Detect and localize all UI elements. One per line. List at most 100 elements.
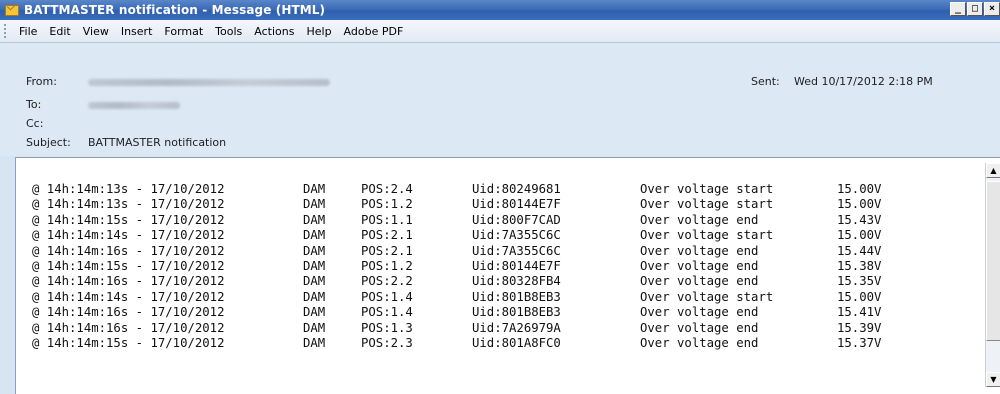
arrow-up-icon[interactable]: ▲ [986,163,1000,178]
window-controls: _ □ × [950,2,1000,16]
line-uid: Uid:80144E7F [472,258,561,273]
to-value-redacted [88,102,180,109]
line-event: Over voltage end [640,243,759,258]
line-source: DAM [303,228,326,243]
line-position: POS:1.4 [361,305,413,320]
line-source: DAM [303,289,326,304]
cc-label: Cc: [26,117,44,130]
line-source: DAM [303,258,326,273]
line-position: POS:1.3 [361,320,413,335]
line-timestamp: @ 14h:14m:16s - 17/10/2012 [32,274,225,289]
menu-help[interactable]: Help [302,25,339,38]
line-timestamp: @ 14h:14m:15s - 17/10/2012 [32,212,225,227]
message-line: @ 14h:14m:16s - 17/10/2012 DAM POS:1.3 U… [32,321,881,336]
line-position: POS:1.4 [361,289,413,304]
line-source: DAM [303,197,326,212]
message-lines: @ 14h:14m:13s - 17/10/2012 DAM POS:2.4 U… [32,182,881,351]
line-voltage: 15.39V [837,320,882,335]
line-voltage: 15.00V [837,197,882,212]
line-position: POS:2.1 [361,243,413,258]
envelope-icon [5,4,19,16]
menu-actions[interactable]: Actions [250,25,302,38]
line-voltage: 15.38V [837,258,882,273]
line-uid: Uid:801B8EB3 [472,305,561,320]
sent-value: Wed 10/17/2012 2:18 PM [794,75,933,88]
minimize-button[interactable]: _ [950,2,966,16]
line-timestamp: @ 14h:14m:16s - 17/10/2012 [32,320,225,335]
line-source: DAM [303,320,326,335]
line-source: DAM [303,274,326,289]
line-voltage: 15.41V [837,305,882,320]
line-timestamp: @ 14h:14m:14s - 17/10/2012 [32,228,225,243]
line-event: Over voltage start [640,197,774,212]
line-position: POS:1.1 [361,212,413,227]
line-event: Over voltage end [640,305,759,320]
menu-insert[interactable]: Insert [117,25,161,38]
title-bar[interactable]: BATTMASTER notification - Message (HTML)… [0,0,1000,20]
line-source: DAM [303,243,326,258]
maximize-button[interactable]: □ [967,2,983,16]
message-line: @ 14h:14m:16s - 17/10/2012 DAM POS:2.1 U… [32,244,881,259]
menu-tools[interactable]: Tools [211,25,250,38]
message-line: @ 14h:14m:15s - 17/10/2012 DAM POS:1.1 U… [32,213,881,228]
menu-file[interactable]: File [15,25,45,38]
message-line: @ 14h:14m:15s - 17/10/2012 DAM POS:2.3 U… [32,336,881,351]
line-event: Over voltage start [640,182,774,196]
line-event: Over voltage end [640,335,759,350]
line-uid: Uid:80249681 [472,182,561,196]
line-position: POS:2.1 [361,228,413,243]
message-header: From: To: Cc: Subject: BATTMASTER notifi… [0,43,1000,156]
scrollbar-thumb[interactable] [986,181,1000,341]
line-source: DAM [303,212,326,227]
line-position: POS:2.4 [361,182,413,196]
line-timestamp: @ 14h:14m:16s - 17/10/2012 [32,243,225,258]
window-title: BATTMASTER notification - Message (HTML) [24,3,326,17]
toolbar-grip[interactable] [4,24,9,38]
line-uid: Uid:7A355C6C [472,243,561,258]
line-voltage: 15.00V [837,182,882,196]
message-line: @ 14h:14m:14s - 17/10/2012 DAM POS:2.1 U… [32,228,881,243]
subject-label: Subject: [26,136,71,149]
message-line: @ 14h:14m:16s - 17/10/2012 DAM POS:2.2 U… [32,274,881,289]
line-source: DAM [303,335,326,350]
line-event: Over voltage end [640,258,759,273]
message-line: @ 14h:14m:15s - 17/10/2012 DAM POS:1.2 U… [32,259,881,274]
sent-label: Sent: [751,75,780,88]
line-voltage: 15.44V [837,243,882,258]
line-timestamp: @ 14h:14m:13s - 17/10/2012 [32,182,225,196]
arrow-down-icon[interactable]: ▼ [986,372,1000,387]
line-voltage: 15.00V [837,289,882,304]
menu-view[interactable]: View [79,25,117,38]
line-event: Over voltage start [640,228,774,243]
line-position: POS:1.2 [361,258,413,273]
to-label: To: [26,98,42,111]
message-line: @ 14h:14m:16s - 17/10/2012 DAM POS:1.4 U… [32,305,881,320]
vertical-scrollbar[interactable]: ▲ ▼ [985,163,1000,387]
menu-edit[interactable]: Edit [45,25,78,38]
line-uid: Uid:801A8FC0 [472,335,561,350]
line-event: Over voltage end [640,320,759,335]
from-value-redacted [88,79,330,86]
subject-value: BATTMASTER notification [88,136,227,149]
menu-format[interactable]: Format [160,25,211,38]
line-timestamp: @ 14h:14m:14s - 17/10/2012 [32,289,225,304]
line-uid: Uid:800F7CAD [472,212,561,227]
line-voltage: 15.35V [837,274,882,289]
line-timestamp: @ 14h:14m:16s - 17/10/2012 [32,305,225,320]
from-label: From: [26,75,57,88]
line-uid: Uid:7A26979A [472,320,561,335]
menu-bar: File Edit View Insert Format Tools Actio… [0,20,1000,43]
line-uid: Uid:7A355C6C [472,228,561,243]
line-uid: Uid:80144E7F [472,197,561,212]
menu-adobe-pdf[interactable]: Adobe PDF [340,25,412,38]
line-event: Over voltage end [640,212,759,227]
line-voltage: 15.43V [837,212,882,227]
message-body[interactable]: @ 14h:14m:13s - 17/10/2012 DAM POS:2.4 U… [15,157,1000,394]
message-line: @ 14h:14m:13s - 17/10/2012 DAM POS:1.2 U… [32,197,881,212]
close-button[interactable]: × [984,2,1000,16]
line-timestamp: @ 14h:14m:13s - 17/10/2012 [32,197,225,212]
line-source: DAM [303,182,326,196]
line-position: POS:2.3 [361,335,413,350]
line-position: POS:1.2 [361,197,413,212]
line-event: Over voltage end [640,274,759,289]
